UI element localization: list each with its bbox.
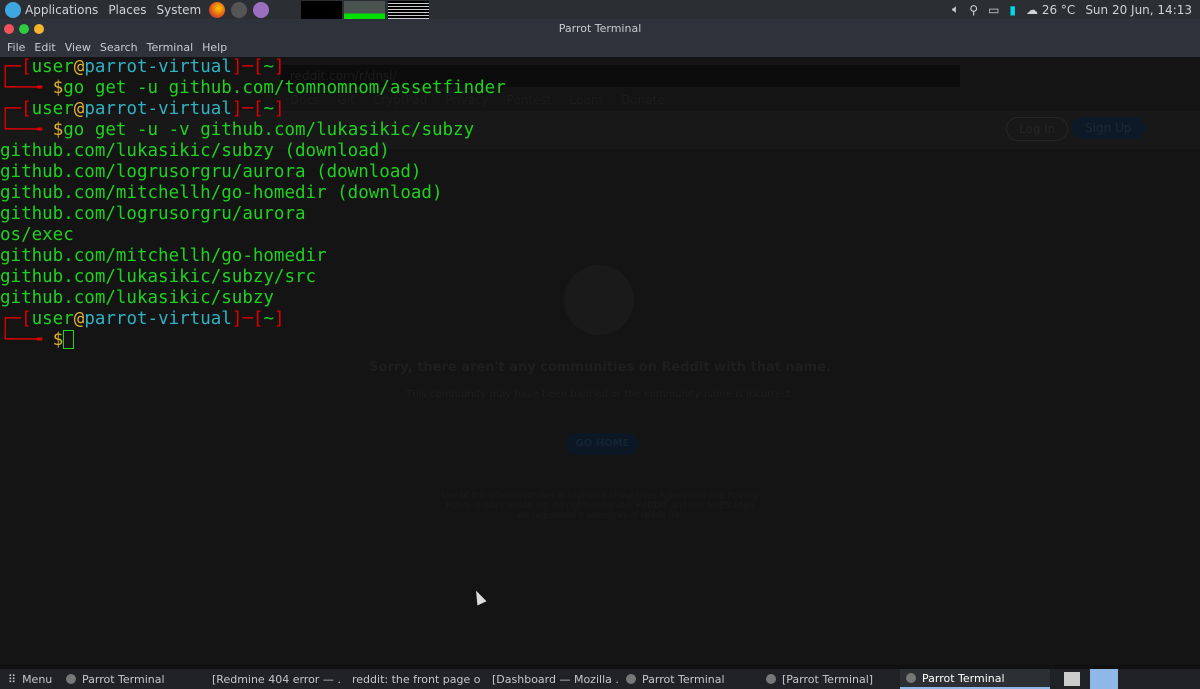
- menu-help[interactable]: Help: [202, 41, 227, 54]
- taskbar-task[interactable]: Parrot Terminal: [620, 669, 760, 689]
- prompt-host: parrot-virtual: [84, 57, 232, 77]
- prompt-host: parrot-virtual: [84, 99, 232, 119]
- clock[interactable]: Sun 20 Jun, 14:13: [1085, 3, 1192, 17]
- go-home-button: GO HOME: [566, 433, 639, 455]
- taskbar: ⠿ Menu Parrot Terminal [Redmine 404 error …: [0, 669, 1200, 689]
- terminal-launcher-icon[interactable]: [231, 1, 248, 18]
- output-line: github.com/mitchellh/go-homedir: [0, 246, 327, 266]
- cpu-graph: [301, 1, 342, 19]
- firefox-launcher-icon[interactable]: [209, 1, 226, 18]
- text-cursor: [63, 330, 75, 349]
- show-desktop-icon[interactable]: [1064, 672, 1080, 686]
- network-graph: [388, 1, 429, 19]
- menu-terminal[interactable]: Terminal: [147, 41, 194, 54]
- output-line: github.com/lukasikic/subzy: [0, 288, 274, 308]
- terminal-icon: [906, 673, 916, 683]
- terminal-area[interactable]: reddit.com/r/dnsl/ Docs Git CryptPad Pri…: [0, 57, 1200, 665]
- parrot-logo-icon[interactable]: [5, 1, 21, 18]
- command-text: go get -u -v github.com/lukasikic/subzy: [63, 120, 475, 140]
- command-line: └──╼ $go get -u github.com/tomnomnom/ass…: [0, 78, 506, 98]
- prompt-line: ┌─[user@parrot-virtual]─[~]: [0, 99, 285, 119]
- command-line[interactable]: └──╼ $: [0, 330, 506, 351]
- bookmark: Learn: [569, 93, 604, 107]
- prompt-dir: ~: [263, 309, 274, 329]
- mouse-pointer-icon: [471, 588, 487, 606]
- prompt-user: user: [31, 99, 74, 119]
- terminal-icon: [626, 674, 636, 684]
- terminal-icon: [66, 674, 76, 684]
- prompt-dir: ~: [263, 57, 274, 77]
- top-panel: Applications Places System 🔈︎ ⚲ ▭ ▮ ☁ 26…: [0, 0, 1200, 19]
- menu-file[interactable]: File: [7, 41, 25, 54]
- output-line: os/exec: [0, 225, 74, 245]
- menu-view[interactable]: View: [65, 41, 91, 54]
- footer-text: Use of this site constitutes acceptance …: [441, 491, 759, 521]
- bookmark: Pentest: [506, 93, 552, 107]
- menu-search[interactable]: Search: [100, 41, 138, 54]
- task-label: [Redmine 404 error — ...: [212, 672, 340, 686]
- menu-places[interactable]: Places: [108, 3, 146, 17]
- grid-icon: ⠿: [8, 672, 17, 686]
- prompt-line: ┌─[user@parrot-virtual]─[~]: [0, 309, 285, 329]
- signup-button: Sign Up: [1071, 117, 1146, 139]
- task-label: reddit: the front page of ...: [352, 672, 480, 686]
- maximize-button[interactable]: [19, 24, 29, 34]
- bookmark: Donate: [621, 93, 665, 107]
- task-label: Parrot Terminal: [922, 671, 1005, 685]
- prompt-line: ┌─[user@parrot-virtual]─[~]: [0, 57, 285, 77]
- window-titlebar: Parrot Terminal: [0, 19, 1200, 38]
- close-button[interactable]: [4, 24, 14, 34]
- task-label: Parrot Terminal: [82, 672, 165, 686]
- output-line: github.com/logrusorgru/aurora (download): [0, 162, 422, 182]
- taskbar-menu-button[interactable]: ⠿ Menu: [0, 669, 60, 689]
- volume-icon[interactable]: 🔈︎: [952, 2, 959, 17]
- not-found-heading: Sorry, there aren't any communities on R…: [369, 360, 831, 375]
- taskbar-task[interactable]: Parrot Terminal: [60, 669, 200, 689]
- prompt-host: parrot-virtual: [84, 309, 232, 329]
- taskbar-task[interactable]: [Parrot Terminal]: [760, 669, 900, 689]
- task-label: Parrot Terminal: [642, 672, 725, 686]
- output-line: github.com/logrusorgru/aurora: [0, 204, 306, 224]
- prompt-user: user: [31, 57, 74, 77]
- taskbar-task[interactable]: [Dashboard — Mozilla ...: [480, 669, 620, 689]
- text-editor-launcher-icon[interactable]: [253, 1, 270, 18]
- workspace-switcher[interactable]: [1090, 669, 1118, 689]
- display-icon[interactable]: ▭: [988, 3, 999, 17]
- output-line: github.com/mitchellh/go-homedir (downloa…: [0, 183, 443, 203]
- prompt-dir: ~: [263, 99, 274, 119]
- location-icon[interactable]: ⚲: [969, 3, 978, 17]
- output-line: github.com/lukasikic/subzy (download): [0, 141, 390, 161]
- menu-label: Menu: [22, 672, 53, 686]
- task-label: [Dashboard — Mozilla ...: [492, 672, 620, 686]
- not-found-subheading: This community may have been banned or t…: [406, 389, 794, 400]
- output-line: github.com/lukasikic/subzy/src: [0, 267, 317, 287]
- command-text: go get -u github.com/tomnomnom/assetfind…: [63, 78, 506, 98]
- command-line: └──╼ $go get -u -v github.com/lukasikic/…: [0, 120, 475, 140]
- taskbar-task[interactable]: [Redmine 404 error — ...: [200, 669, 340, 689]
- minimize-button[interactable]: [34, 24, 44, 34]
- menu-applications[interactable]: Applications: [25, 3, 98, 17]
- temperature: 26 °C: [1041, 2, 1076, 17]
- window-title: Parrot Terminal: [558, 22, 642, 35]
- terminal-output: ┌─[user@parrot-virtual]─[~] └──╼ $go get …: [0, 57, 506, 351]
- task-label: [Parrot Terminal]: [782, 672, 874, 686]
- menu-system[interactable]: System: [156, 3, 201, 17]
- battery-icon[interactable]: ▮: [1009, 3, 1016, 17]
- terminal-menubar: File Edit View Search Terminal Help: [0, 38, 1200, 57]
- taskbar-task[interactable]: Parrot Terminal: [900, 669, 1050, 689]
- weather-icon[interactable]: ☁ 26 °C: [1026, 3, 1075, 17]
- menu-edit[interactable]: Edit: [34, 41, 55, 54]
- terminal-icon: [766, 674, 776, 684]
- login-button: Log In: [1006, 117, 1069, 141]
- prompt-user: user: [31, 309, 74, 329]
- taskbar-task[interactable]: reddit: the front page of ...: [340, 669, 480, 689]
- memory-graph: [344, 1, 385, 19]
